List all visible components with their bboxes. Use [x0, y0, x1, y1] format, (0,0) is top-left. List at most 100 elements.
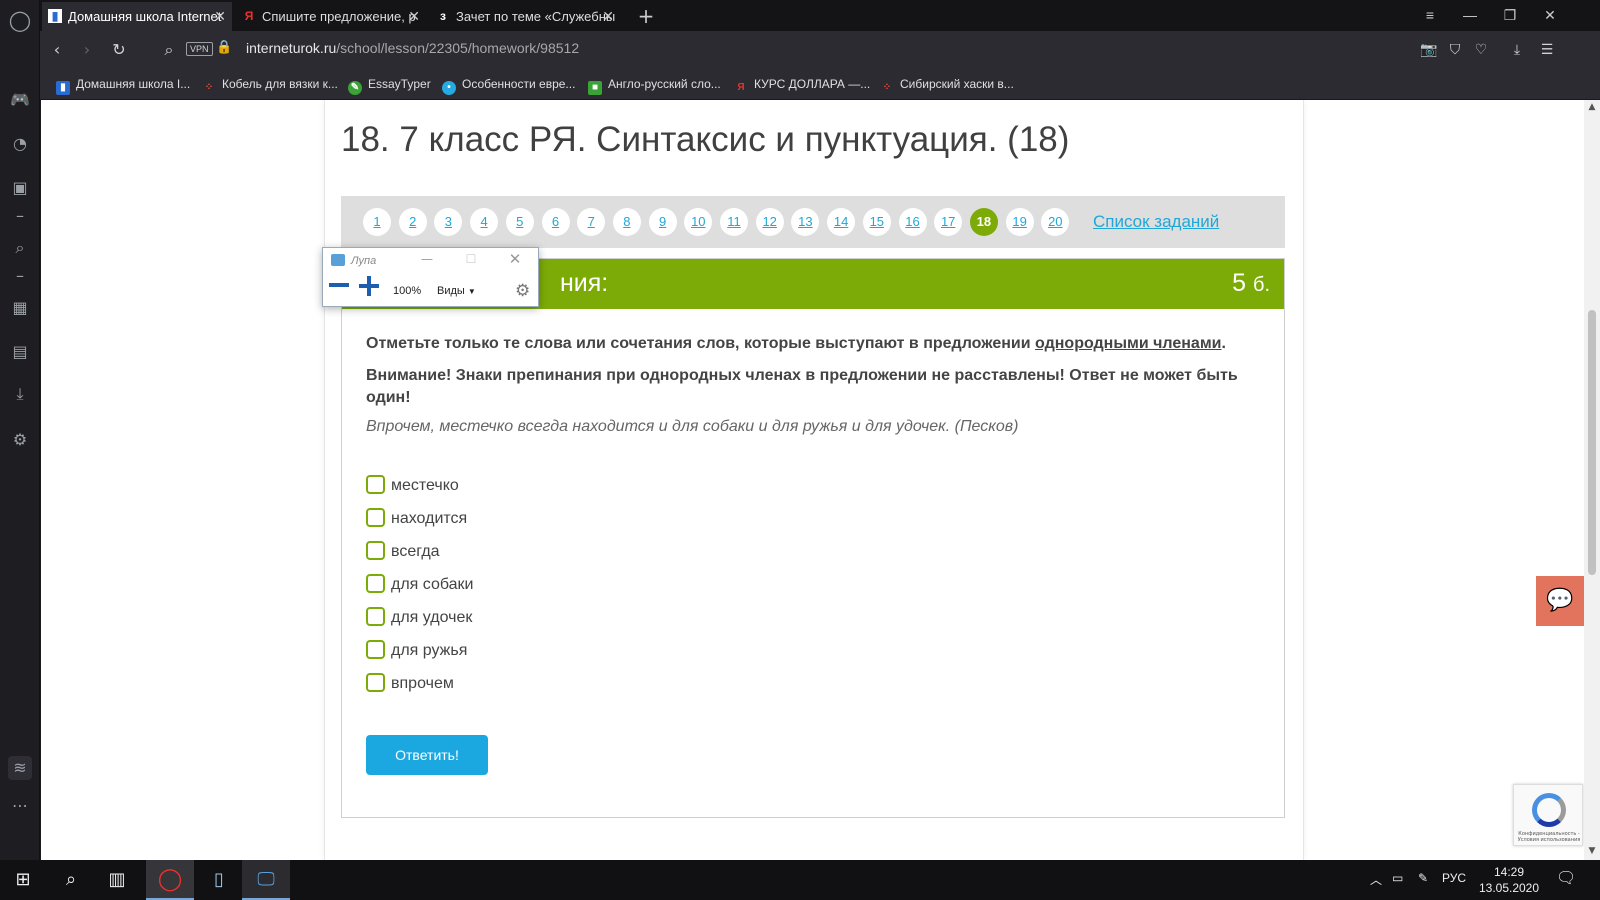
question-number-2[interactable]: 2 — [398, 208, 427, 236]
task-view-icon[interactable]: ▥ — [100, 866, 134, 894]
close-icon[interactable]: ✕ — [408, 2, 420, 31]
bookmark-item[interactable]: Я КУРС ДОЛЛАРА —... — [734, 75, 870, 95]
question-number-16[interactable]: 16 — [898, 208, 927, 236]
taskbar-magnifier-app[interactable]: 🖵 — [242, 860, 290, 900]
taskbar-opera-app[interactable]: ◯ — [146, 860, 194, 900]
news-icon[interactable]: ▤ — [8, 340, 32, 364]
close-icon[interactable]: ✕ — [602, 2, 614, 31]
chevron-up-icon[interactable]: ︿ — [1370, 871, 1382, 888]
question-number-8[interactable]: 8 — [612, 208, 641, 236]
checkbox[interactable] — [366, 508, 385, 527]
bookmark-item[interactable]: ■ Англо-русский сло... — [588, 75, 721, 95]
bookmark-item[interactable]: • Особенности евре... — [442, 75, 575, 95]
vpn-badge[interactable]: VPN — [186, 42, 213, 56]
answer-option[interactable]: впрочем — [366, 673, 454, 695]
zoom-in-button[interactable] — [359, 276, 379, 296]
downloads-icon[interactable]: ⤓ — [8, 382, 32, 406]
search-icon[interactable]: ⌕ — [8, 236, 32, 260]
opera-logo-icon[interactable]: ◯ — [8, 8, 32, 32]
question-number-15[interactable]: 15 — [862, 208, 891, 236]
magnifier-close-button[interactable]: ✕ — [503, 250, 527, 268]
answer-option[interactable]: находится — [366, 508, 467, 530]
gamepad-icon[interactable]: 🎮 — [8, 88, 32, 112]
checkbox[interactable] — [366, 640, 385, 659]
question-number-20[interactable]: 20 — [1041, 208, 1070, 236]
close-icon[interactable]: ✕ — [214, 2, 226, 31]
checkbox[interactable] — [366, 673, 385, 692]
url-field[interactable]: interneturok.ru/school/lesson/22305/home… — [246, 40, 579, 56]
minimize-button[interactable]: — — [1450, 0, 1490, 31]
shield-icon[interactable]: ⛉ — [1444, 39, 1466, 61]
speedometer-icon[interactable]: ◔ — [8, 132, 32, 156]
search-icon[interactable]: ⌕ — [158, 39, 180, 61]
tab-yandex[interactable]: Я Спишите предложение, р ✕ — [236, 2, 426, 31]
bookmark-item[interactable]: ✎ EssayTyper — [348, 75, 431, 95]
question-number-10[interactable]: 10 — [684, 208, 713, 236]
checkbox[interactable] — [366, 607, 385, 626]
answer-option[interactable]: для ружья — [366, 640, 467, 662]
battery-icon[interactable]: ▭ — [1392, 871, 1403, 885]
tab-znanija[interactable]: з Зачет по теме «Служебны ✕ — [430, 2, 620, 31]
magnifier-maximize-button[interactable]: ☐ — [459, 250, 483, 268]
bookmark-item[interactable]: ⁘ Кобель для вязки к... — [202, 75, 338, 95]
question-number-9[interactable]: 9 — [648, 208, 677, 236]
tab-menu-icon[interactable]: ≡ — [1410, 0, 1450, 31]
submit-answer-button[interactable]: Ответить! — [366, 735, 488, 775]
answer-option[interactable]: всегда — [366, 541, 440, 563]
zoom-out-button[interactable] — [329, 283, 349, 287]
download-icon[interactable]: ⤓ — [1506, 39, 1528, 61]
close-window-button[interactable]: ✕ — [1530, 0, 1570, 31]
question-number-3[interactable]: 3 — [434, 208, 463, 236]
magnifier-minimize-button[interactable]: — — [415, 250, 439, 268]
checkbox[interactable] — [366, 574, 385, 593]
question-number-6[interactable]: 6 — [541, 208, 570, 236]
scroll-down-icon[interactable]: ▼ — [1584, 844, 1600, 858]
views-dropdown[interactable]: Виды ▼ — [437, 285, 476, 297]
search-icon[interactable]: ⌕ — [54, 866, 88, 894]
task-list-link[interactable]: Список заданий — [1093, 212, 1219, 232]
chat-icon[interactable]: 💬 — [1536, 576, 1584, 626]
language-indicator[interactable]: РУС — [1442, 871, 1466, 885]
question-number-1[interactable]: 1 — [363, 208, 391, 236]
taskbar-clock[interactable]: 14:29 13.05.2020 — [1474, 864, 1544, 896]
back-button[interactable]: ‹ — [46, 39, 68, 61]
restore-button[interactable]: ❐ — [1490, 0, 1530, 31]
answer-option[interactable]: для удочек — [366, 607, 472, 629]
recaptcha-badge[interactable]: Конфиденциальность - Условия использован… — [1513, 784, 1583, 846]
answer-option[interactable]: местечко — [366, 475, 459, 497]
scroll-up-icon[interactable]: ▲ — [1584, 100, 1600, 114]
new-tab-button[interactable]: + — [634, 2, 658, 30]
heart-icon[interactable]: ♡ — [1470, 39, 1492, 61]
question-number-17[interactable]: 17 — [934, 208, 963, 236]
question-number-12[interactable]: 12 — [755, 208, 784, 236]
wifi-icon[interactable]: ≋ — [8, 756, 32, 780]
bookmark-item[interactable]: ▮ Домашняя школа I... — [56, 75, 190, 95]
checkbox[interactable] — [366, 541, 385, 560]
forward-button[interactable]: › — [76, 39, 98, 61]
answer-option[interactable]: для собаки — [366, 574, 474, 596]
more-dots-icon[interactable]: ⋯ — [8, 794, 32, 818]
tab-interneturok[interactable]: ▮ Домашняя школа Internet ✕ — [42, 2, 232, 31]
question-number-14[interactable]: 14 — [827, 208, 856, 236]
page-scrollbar[interactable]: ▲ ▼ — [1584, 100, 1600, 860]
lock-icon[interactable]: 🔒 — [216, 40, 232, 55]
checkbox[interactable] — [366, 475, 385, 494]
easy-setup-icon[interactable]: ☰ — [1536, 39, 1558, 61]
settings-gear-icon[interactable]: ⚙ — [8, 428, 32, 452]
question-number-7[interactable]: 7 — [577, 208, 606, 236]
reload-button[interactable]: ↻ — [108, 39, 130, 61]
pen-icon[interactable]: ✎ — [1418, 871, 1428, 885]
question-number-13[interactable]: 13 — [791, 208, 820, 236]
question-number-4[interactable]: 4 — [470, 208, 499, 236]
windows-start-icon[interactable]: ⊞ — [6, 866, 40, 894]
scrollbar-thumb[interactable] — [1588, 310, 1596, 575]
question-number-18[interactable]: 18 — [969, 208, 998, 236]
magnifier-window[interactable]: Лупа — ☐ ✕ 100% Виды ▼ ⚙ — [322, 247, 539, 307]
camera-icon[interactable]: 📷 — [1418, 39, 1440, 61]
question-number-5[interactable]: 5 — [505, 208, 534, 236]
speed-dial-icon[interactable]: ▦ — [8, 296, 32, 320]
question-number-19[interactable]: 19 — [1005, 208, 1034, 236]
bookmark-item[interactable]: ⁘ Сибирский хаски в... — [880, 75, 1014, 95]
notepad-app-icon[interactable]: ▯ — [202, 866, 236, 894]
notifications-icon[interactable]: 🗨 — [1556, 868, 1576, 888]
